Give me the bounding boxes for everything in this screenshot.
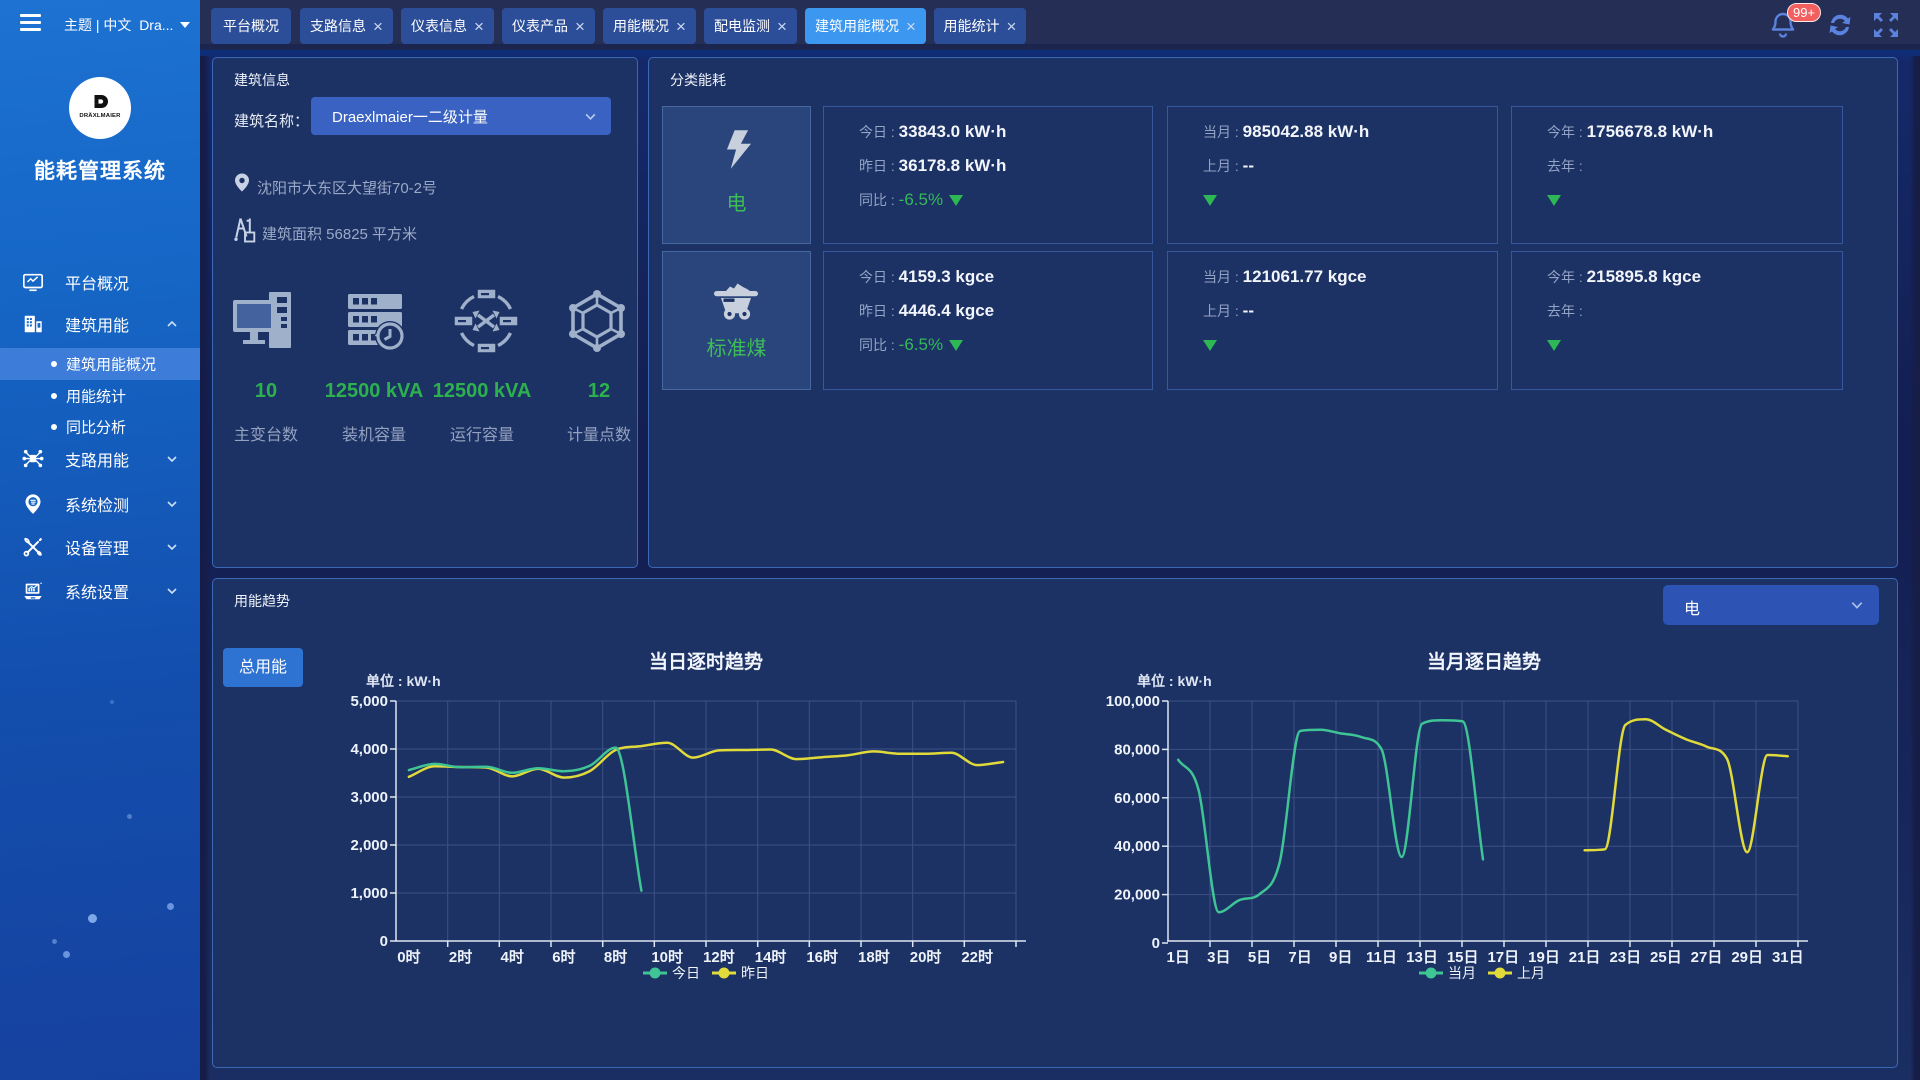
svg-text:上月: 上月 — [1517, 965, 1545, 981]
svg-text:29日: 29日 — [1731, 949, 1763, 966]
svg-text:2时: 2时 — [449, 949, 472, 966]
svg-text:2,000: 2,000 — [350, 837, 388, 854]
svg-text:60,000: 60,000 — [1114, 790, 1160, 807]
svg-text:21日: 21日 — [1569, 949, 1601, 966]
svg-text:20,000: 20,000 — [1114, 887, 1160, 904]
svg-text:0: 0 — [380, 933, 388, 950]
svg-text:13日: 13日 — [1406, 949, 1438, 966]
svg-text:5日: 5日 — [1248, 949, 1271, 966]
svg-text:16时: 16时 — [806, 949, 838, 966]
svg-text:4时: 4时 — [501, 949, 524, 966]
svg-text:昨日: 昨日 — [741, 965, 769, 981]
svg-text:3日: 3日 — [1207, 949, 1230, 966]
svg-text:9日: 9日 — [1329, 949, 1352, 966]
svg-text:18时: 18时 — [858, 949, 890, 966]
svg-text:3,000: 3,000 — [350, 789, 388, 806]
svg-text:40,000: 40,000 — [1114, 838, 1160, 855]
svg-text:12时: 12时 — [703, 949, 735, 966]
svg-text:80,000: 80,000 — [1114, 741, 1160, 758]
svg-text:8时: 8时 — [604, 949, 627, 966]
svg-text:19日: 19日 — [1528, 949, 1560, 966]
svg-text:5,000: 5,000 — [350, 693, 388, 710]
svg-text:100,000: 100,000 — [1106, 693, 1160, 710]
svg-text:25日: 25日 — [1650, 949, 1682, 966]
svg-text:10时: 10时 — [651, 949, 683, 966]
svg-text:27日: 27日 — [1691, 949, 1723, 966]
svg-text:6时: 6时 — [552, 949, 575, 966]
svg-text:1日: 1日 — [1167, 949, 1190, 966]
svg-text:7日: 7日 — [1288, 949, 1311, 966]
svg-text:DRÄXLMAIER: DRÄXLMAIER — [79, 112, 121, 119]
svg-text:0: 0 — [1152, 935, 1160, 952]
svg-text:22时: 22时 — [961, 949, 993, 966]
svg-text:17日: 17日 — [1487, 949, 1519, 966]
svg-text:1,000: 1,000 — [350, 885, 388, 902]
svg-text:11日: 11日 — [1366, 949, 1397, 966]
svg-text:14时: 14时 — [755, 949, 787, 966]
svg-text:当月: 当月 — [1448, 965, 1476, 981]
svg-text:20时: 20时 — [910, 949, 942, 966]
svg-text:今日: 今日 — [672, 965, 700, 981]
svg-text:4,000: 4,000 — [350, 741, 388, 758]
svg-text:0时: 0时 — [397, 949, 420, 966]
svg-text:31日: 31日 — [1772, 949, 1804, 966]
svg-text:15日: 15日 — [1447, 949, 1479, 966]
svg-text:23日: 23日 — [1609, 949, 1641, 966]
